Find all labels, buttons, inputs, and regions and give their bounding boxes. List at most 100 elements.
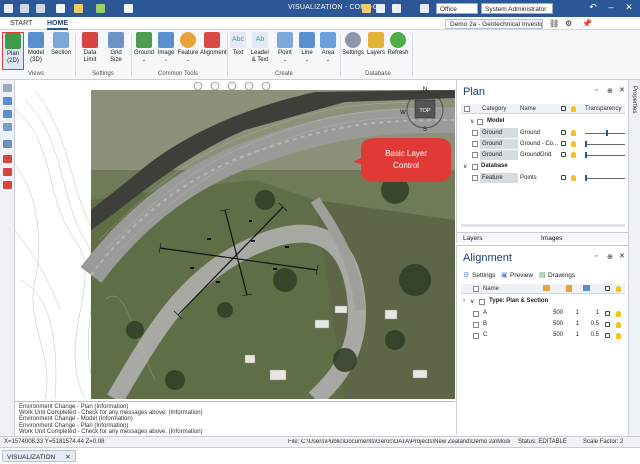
settings-gear-icon[interactable]: ⚙ bbox=[565, 19, 572, 28]
alignment-button[interactable]: Alignment bbox=[200, 32, 227, 57]
visibility-bulb-icon[interactable] bbox=[616, 322, 621, 328]
expand-icon[interactable]: ∨ bbox=[470, 118, 474, 125]
role-select[interactable]: System Administrator bbox=[481, 3, 553, 14]
pan-icon[interactable] bbox=[3, 110, 12, 118]
section-button[interactable]: Section bbox=[50, 32, 72, 57]
point-button[interactable]: Point ⌄ bbox=[275, 32, 295, 64]
row-checkbox[interactable] bbox=[473, 322, 479, 328]
draw-line-icon[interactable] bbox=[3, 155, 12, 163]
layer-checkbox[interactable] bbox=[472, 141, 478, 147]
layer-row[interactable]: Ground GroundGrid bbox=[461, 150, 625, 160]
visibility-bulb-icon[interactable] bbox=[571, 152, 576, 158]
alignment-scale[interactable]: 1 bbox=[565, 310, 579, 316]
app-icon[interactable] bbox=[4, 4, 13, 13]
data-limit-button[interactable]: Data Limit bbox=[78, 32, 102, 64]
horizontal-scrollbar[interactable] bbox=[461, 224, 625, 227]
tab-layers[interactable]: Layers bbox=[463, 235, 483, 242]
alignment-row[interactable]: B 500 1 0.5 bbox=[461, 320, 625, 330]
lock-icon[interactable] bbox=[561, 130, 566, 135]
expand-icon[interactable]: › bbox=[463, 298, 465, 304]
user-icon[interactable] bbox=[36, 4, 45, 13]
message-log[interactable]: Environment Change - Plan (Information) … bbox=[15, 401, 455, 436]
alignment-scale[interactable]: 1 bbox=[565, 332, 579, 338]
feature-button[interactable]: Feature ⌄ bbox=[177, 32, 199, 64]
alignment-length[interactable]: 500 bbox=[543, 310, 563, 316]
transparency-slider[interactable] bbox=[585, 130, 625, 136]
plan-2d-button[interactable]: Plan (2D) bbox=[2, 32, 24, 70]
layer-checkbox[interactable] bbox=[472, 175, 478, 181]
slider-knob[interactable] bbox=[585, 141, 587, 147]
alignment-width[interactable]: 1 bbox=[581, 310, 599, 316]
pointer-icon[interactable] bbox=[3, 84, 12, 92]
map-canvas[interactable]: TOP N W S Basic Layer Control bbox=[15, 80, 455, 399]
transparency-slider[interactable] bbox=[585, 141, 625, 147]
panel-close-icon[interactable]: ✕ bbox=[619, 252, 625, 260]
lock-icon[interactable] bbox=[605, 333, 610, 338]
properties-side-tab[interactable]: Properties bbox=[628, 80, 640, 436]
pin-icon[interactable]: 📌 bbox=[582, 19, 592, 28]
col-name[interactable]: Name bbox=[483, 286, 499, 292]
layer-row[interactable]: Ground Ground bbox=[461, 128, 625, 138]
undo-icon[interactable]: ↶ bbox=[586, 2, 600, 13]
align-drawings-button[interactable]: Drawings bbox=[548, 272, 575, 279]
grid-size-button[interactable]: Grid Size bbox=[104, 32, 128, 64]
alignment-width[interactable]: 0.5 bbox=[581, 321, 599, 327]
slider-knob[interactable] bbox=[606, 130, 608, 136]
expand-icon[interactable]: ∨ bbox=[463, 163, 467, 170]
area-button[interactable]: Area ⌄ bbox=[318, 32, 338, 64]
layer-checkbox[interactable] bbox=[472, 130, 478, 136]
visibility-bulb-icon[interactable] bbox=[571, 175, 576, 181]
alignment-row[interactable]: A 500 1 1 bbox=[461, 309, 625, 319]
transparency-slider[interactable] bbox=[585, 175, 625, 181]
slider-knob[interactable] bbox=[585, 175, 587, 181]
map-view[interactable]: TOP N W S Basic Layer Control bbox=[15, 80, 455, 399]
alignment-scale[interactable]: 1 bbox=[565, 321, 579, 327]
alignment-group-row[interactable]: › ∨ Type: Plan & Section bbox=[461, 297, 625, 307]
text-button[interactable]: Abc Text bbox=[229, 32, 247, 57]
alignment-length[interactable]: 500 bbox=[543, 332, 563, 338]
alignment-length[interactable]: 500 bbox=[543, 321, 563, 327]
row-checkbox[interactable] bbox=[473, 333, 479, 339]
zoom-extents-icon[interactable] bbox=[193, 81, 203, 91]
panel-pin-icon[interactable]: ⊕ bbox=[607, 87, 613, 95]
align-preview-button[interactable]: Preview bbox=[510, 272, 533, 279]
tab-start[interactable]: START bbox=[10, 20, 32, 27]
group-checkbox[interactable] bbox=[477, 119, 483, 125]
save-icon[interactable] bbox=[20, 4, 29, 13]
zoom-in-icon[interactable] bbox=[210, 81, 220, 91]
lock-icon[interactable] bbox=[561, 152, 566, 157]
help-icon[interactable] bbox=[392, 4, 401, 13]
project-tab[interactable]: Demo 2a - Geotechnical Investigations bbox=[445, 19, 543, 29]
zoom-window-icon[interactable] bbox=[3, 123, 12, 131]
office-select[interactable]: Office bbox=[436, 3, 478, 14]
folder-icon[interactable] bbox=[74, 4, 83, 13]
model-3d-button[interactable]: Model (3D) bbox=[26, 32, 46, 64]
col-transparency[interactable]: Transparency bbox=[585, 106, 621, 112]
row-checkbox[interactable] bbox=[473, 311, 479, 317]
new-file-icon[interactable] bbox=[56, 4, 65, 13]
header-checkbox[interactable] bbox=[473, 286, 479, 292]
zoom-window-map-icon[interactable] bbox=[244, 81, 254, 91]
tab-home[interactable]: HOME bbox=[47, 20, 68, 30]
layer-row[interactable]: Feature Points bbox=[461, 173, 625, 183]
db-layers-button[interactable]: Layers bbox=[366, 32, 386, 57]
close-icon[interactable]: ✕ bbox=[622, 2, 636, 13]
link-icon[interactable]: ⛓ bbox=[549, 19, 559, 28]
panel-restore-icon[interactable]: ▫ bbox=[595, 87, 597, 94]
layer-checkbox[interactable] bbox=[472, 152, 478, 158]
measure-icon[interactable] bbox=[3, 140, 12, 148]
alignment-row[interactable]: C 500 1 0.5 bbox=[461, 331, 625, 341]
layers-quick-icon[interactable] bbox=[96, 4, 105, 13]
lock-icon[interactable] bbox=[561, 141, 566, 146]
group-checkbox[interactable] bbox=[472, 164, 478, 170]
visibility-bulb-icon[interactable] bbox=[571, 141, 576, 147]
tab-close-icon[interactable]: ✕ bbox=[65, 454, 70, 461]
print-icon[interactable] bbox=[376, 4, 385, 13]
folder-open-icon[interactable] bbox=[362, 4, 371, 13]
select-icon[interactable] bbox=[3, 97, 12, 105]
slider-knob[interactable] bbox=[585, 152, 587, 158]
ground-button[interactable]: Ground ⌄ bbox=[133, 32, 155, 64]
db-settings-button[interactable]: Settings bbox=[342, 32, 364, 57]
zoom-out-icon[interactable] bbox=[227, 81, 237, 91]
align-settings-button[interactable]: Settings bbox=[472, 272, 496, 279]
